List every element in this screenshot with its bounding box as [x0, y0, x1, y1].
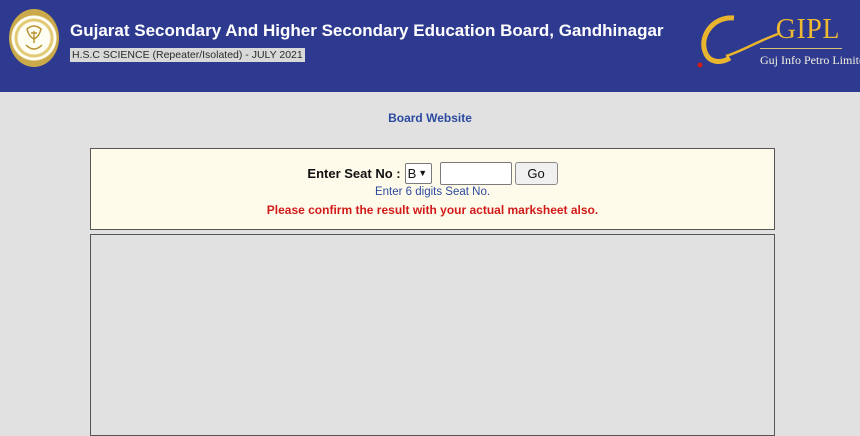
seat-hint: Enter 6 digits Seat No.: [374, 186, 491, 198]
go-button[interactable]: Go: [514, 161, 558, 185]
board-website-link[interactable]: Board Website: [0, 111, 860, 125]
result-panel: [90, 234, 775, 436]
marksheet-warning: Please confirm the result with your actu…: [266, 203, 599, 217]
page-title: Gujarat Secondary And Higher Secondary E…: [70, 21, 664, 40]
seat-number-input[interactable]: [439, 161, 512, 185]
site-header: Gujarat Secondary And Higher Secondary E…: [0, 0, 860, 92]
logo-subtext: Guj Info Petro Limited: [760, 53, 860, 67]
logo-divider: [760, 48, 842, 49]
gipl-logo: GIPL Guj Info Petro Limited: [690, 12, 860, 74]
series-selected-value: B: [407, 165, 417, 181]
seat-form-row: Enter Seat No : B ▼ Go: [91, 161, 774, 185]
seat-label: Enter Seat No :: [307, 165, 401, 181]
logo-text: GIPL: [775, 14, 840, 45]
seat-search-panel: Enter Seat No : B ▼ Go Enter 6 digits Se…: [90, 148, 775, 230]
exam-subtitle: H.S.C SCIENCE (Repeater/Isolated) - JULY…: [70, 48, 305, 62]
board-seal-logo: [9, 9, 59, 67]
chevron-down-icon: ▼: [418, 168, 428, 178]
series-select[interactable]: B ▼: [404, 162, 432, 184]
